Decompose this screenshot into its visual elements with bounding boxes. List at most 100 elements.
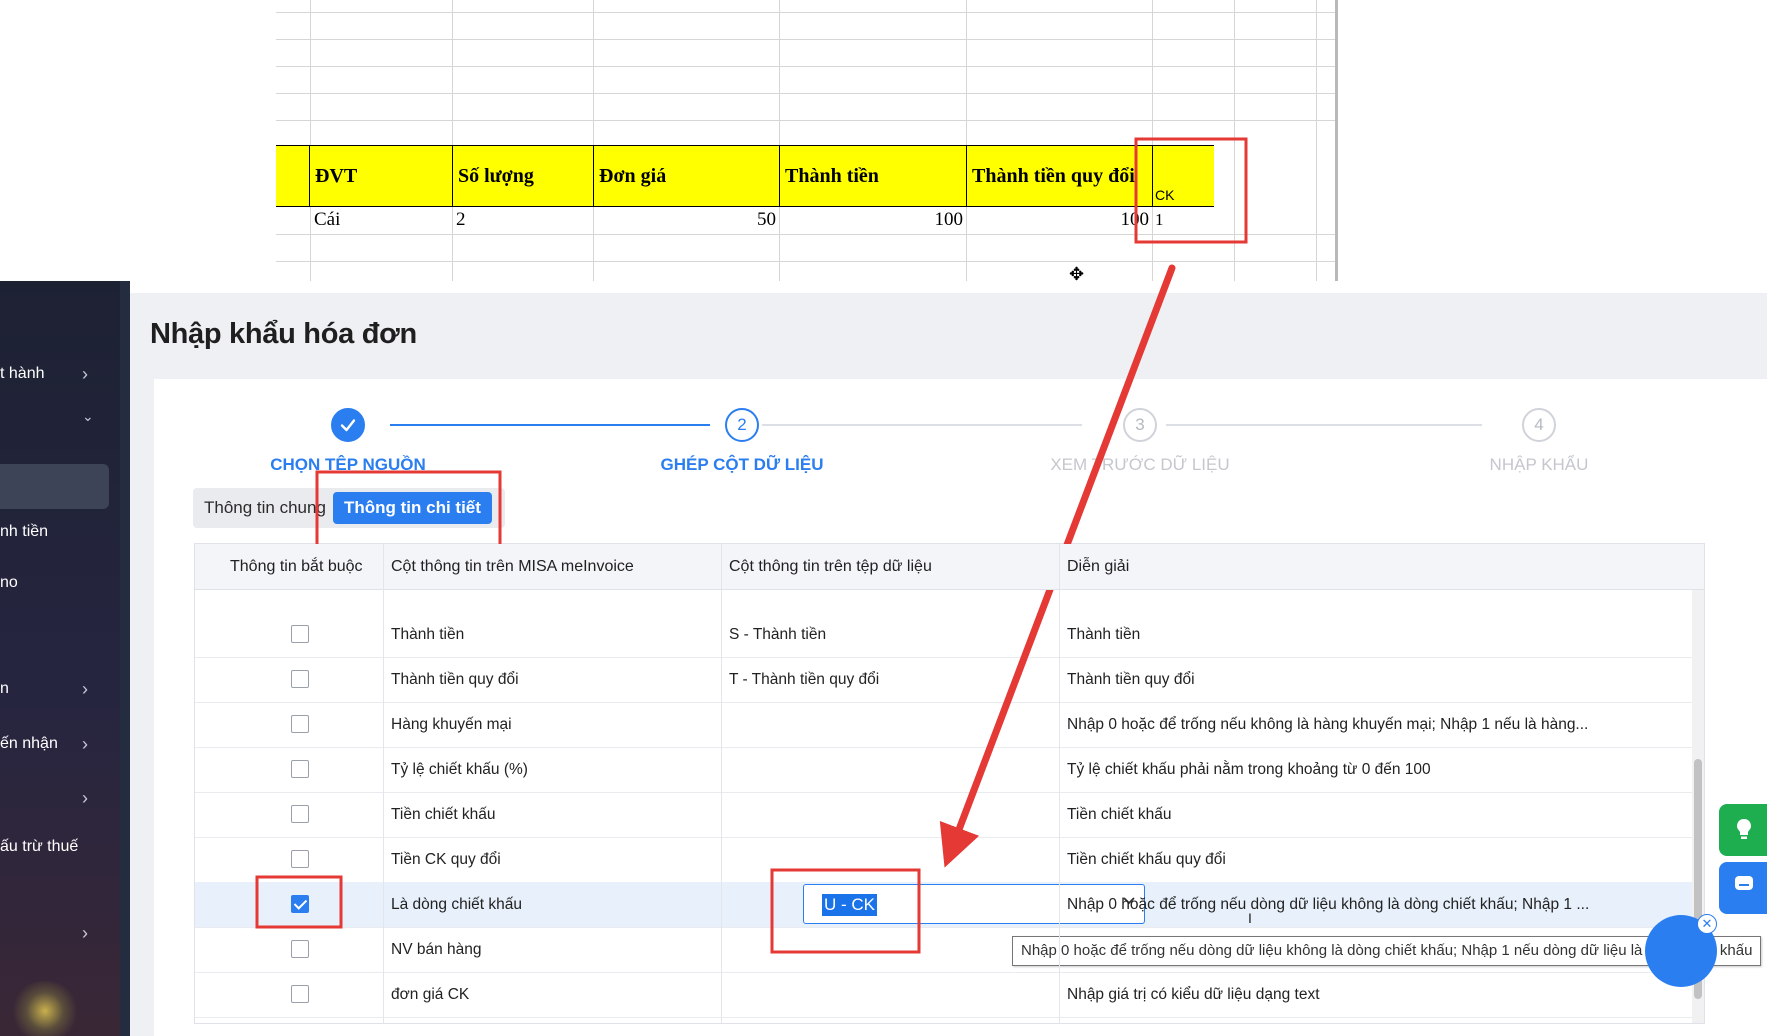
sheet-header-row: ĐVT Số lượng Đơn giá Thành tiền Thành ti… [276, 145, 1214, 207]
sidebar-item[interactable]: › [0, 783, 120, 813]
sheet-edge [1335, 0, 1338, 281]
step-1-done [331, 408, 365, 442]
table-row[interactable]: Tiền CK quy đổi Tiền chiết khấu quy đổi [195, 837, 1692, 883]
misa-column-cell: Thành tiền [391, 626, 465, 643]
table-row[interactable]: đơn giá CK Nhập giá trị có kiểu dữ liệu … [195, 972, 1692, 1018]
column-divider [383, 544, 384, 1023]
description-cell: Tỷ lệ chiết khấu phải nằm trong khoảng t… [1067, 761, 1431, 778]
sidebar-item[interactable]: › [0, 918, 120, 948]
lightbulb-icon [1733, 816, 1755, 849]
grid-line [276, 261, 1338, 262]
sheet-cell: 50 [757, 209, 776, 230]
required-checkbox[interactable] [291, 805, 309, 823]
description-cell: Thành tiền [1067, 626, 1141, 643]
table-row[interactable]: Tiền chiết khấu Tiền chiết khấu [195, 792, 1692, 838]
misa-column-cell: Tiền CK quy đổi [391, 851, 501, 868]
sheet-header-cell: Số lượng [453, 146, 594, 206]
misa-column-cell: NV bán hàng [391, 941, 482, 958]
sheet-header-cell [276, 146, 310, 206]
sidebar-item[interactable]: t hành › [0, 359, 120, 389]
step-connector [1166, 424, 1482, 426]
description-cell: Nhập giá trị có kiểu dữ liệu dạng text [1067, 986, 1320, 1003]
sidebar-item[interactable]: no [0, 568, 120, 598]
table-row[interactable]: Thành tiền quy đổi T - Thành tiền quy đổ… [195, 657, 1692, 703]
check-icon [340, 419, 356, 432]
column-header-misa: Cột thông tin trên MISA meInvoice [391, 558, 634, 575]
grid-line [276, 12, 1338, 13]
sheet-cell: 100 [934, 209, 964, 230]
tab-detail[interactable]: Thông tin chi tiết [333, 492, 492, 524]
chevron-right-icon: › [82, 364, 88, 384]
tab-general[interactable]: Thông tin chung [204, 488, 326, 528]
grid-line [276, 93, 1338, 94]
dropdown-selected-value: U - CK [822, 894, 877, 916]
required-checkbox[interactable] [291, 760, 309, 778]
description-cell: Nhập 0 hoặc để trống nếu không là hàng k… [1067, 716, 1589, 733]
chevron-right-icon: › [82, 734, 88, 754]
sidebar-item[interactable]: ấu trừ thuế [0, 832, 120, 862]
step-connector [390, 424, 710, 426]
sheet-cell: 2 [456, 209, 466, 230]
file-column-cell[interactable]: T - Thành tiền quy đổi [729, 657, 879, 702]
table-row[interactable]: Hàng khuyến mại Nhập 0 hoặc để trống nếu… [195, 702, 1692, 748]
chevron-right-icon: › [82, 923, 88, 943]
sidebar-active-item[interactable] [0, 464, 109, 509]
step-2-label: GHÉP CỘT DỮ LIỆU [660, 455, 824, 474]
spreadsheet-excerpt: ĐVT Số lượng Đơn giá Thành tiền Thành ti… [276, 0, 1338, 281]
grid-line [779, 0, 780, 281]
description-cell: Nhập 0 hoặc để trống nếu dòng dữ liệu kh… [1067, 896, 1590, 913]
required-checkbox[interactable] [291, 985, 309, 1003]
grid-line [1234, 0, 1235, 281]
import-dialog: Nhập khẩu hóa đơn CHỌN TỆP NGUỒN 2 GHÉP … [130, 293, 1767, 1036]
sidebar-item-label: ến nhận [0, 735, 58, 752]
required-checkbox-checked[interactable] [291, 895, 309, 913]
column-divider [1059, 544, 1060, 1023]
step-connector [762, 424, 1082, 426]
required-checkbox[interactable] [291, 625, 309, 643]
misa-column-cell: Là dòng chiết khấu [391, 896, 522, 913]
description-cell: Thành tiền quy đổi [1067, 671, 1195, 688]
table-row[interactable]: Tỷ lệ chiết khấu (%) Tỷ lệ chiết khấu ph… [195, 747, 1692, 793]
column-header-file: Cột thông tin trên tệp dữ liệu [729, 558, 932, 575]
chat-widget-button[interactable] [1719, 862, 1767, 914]
file-column-cell[interactable]: S - Thành tiền [729, 612, 826, 657]
column-header-required: Thông tin bắt buộc [230, 558, 363, 575]
grid-line [1152, 0, 1153, 281]
tips-button[interactable] [1719, 804, 1767, 856]
misa-column-cell: Hàng khuyến mại [391, 716, 512, 733]
table-header-overlay: Thông tin bắt buộc Cột thông tin trên MI… [195, 544, 1704, 590]
misa-column-cell: Tiền chiết khấu [391, 806, 496, 823]
misa-column-cell: Tỷ lệ chiết khấu (%) [391, 761, 528, 778]
sidebar-item-label: n [0, 680, 9, 697]
sheet-data-row: Cái 2 50 100 100 [276, 206, 1214, 234]
sidebar-item[interactable]: ⌄ [0, 401, 120, 431]
grid-line [966, 0, 967, 281]
sidebar-edge [120, 281, 130, 1036]
table-row-selected[interactable]: Là dòng chiết khấu U - CK Nhập 0 hoặc để… [195, 882, 1692, 928]
required-checkbox[interactable] [291, 715, 309, 733]
sidebar-item-label: no [0, 574, 18, 591]
step-2-circle: 2 [725, 408, 759, 442]
grid-line [593, 0, 594, 281]
sidebar-item[interactable]: ến nhận › [0, 729, 120, 759]
required-checkbox[interactable] [291, 850, 309, 868]
grid-line [310, 0, 311, 281]
text-cursor-icon: I [1248, 910, 1252, 926]
required-checkbox[interactable] [291, 940, 309, 958]
misa-column-cell: Thành tiền quy đổi [391, 671, 519, 688]
tab-group: Thông tin chung Thông tin chi tiết [193, 488, 505, 528]
move-cursor-icon: ✥ [1069, 264, 1085, 281]
step-4-circle: 4 [1522, 408, 1556, 442]
required-checkbox[interactable] [291, 670, 309, 688]
close-icon[interactable]: ✕ [1697, 914, 1717, 934]
chat-icon [1733, 873, 1755, 902]
sidebar-item[interactable]: n › [0, 674, 120, 704]
sidebar: t hành › ⌄ nh tiền no n › ến nhận › › ấu… [0, 281, 130, 1036]
table-row[interactable]: Thành tiền S - Thành tiền Thành tiền [195, 612, 1692, 658]
grid-line [276, 39, 1338, 40]
sidebar-item-label: t hành [0, 365, 45, 382]
ck-column-header: CK [1155, 187, 1175, 203]
sidebar-item[interactable]: nh tiền [0, 517, 120, 547]
sheet-header-cell: ĐVT [310, 146, 453, 206]
sheet-cell: 100 [1120, 209, 1150, 230]
